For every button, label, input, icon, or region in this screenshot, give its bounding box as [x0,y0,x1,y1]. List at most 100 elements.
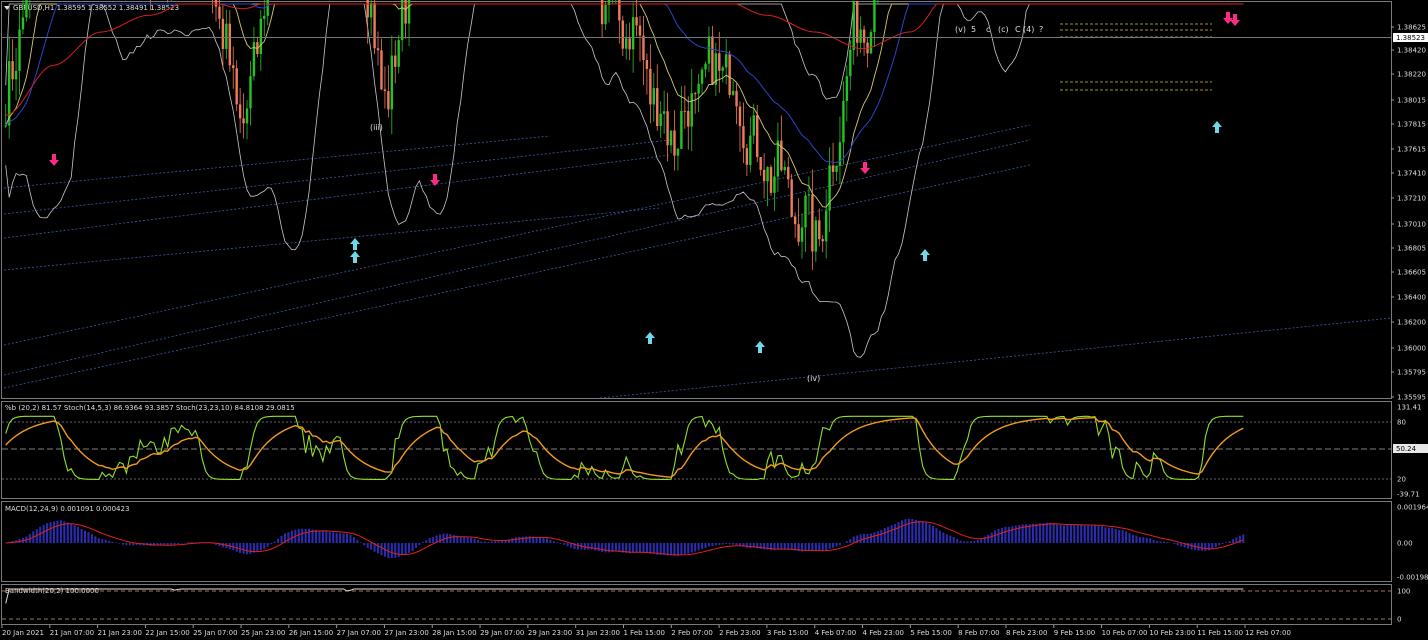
candle-body [676,148,680,156]
channel-line [3,124,1031,346]
channel-line [3,164,1031,389]
main-y-tick-label: 1.36000 [1397,345,1426,353]
candle-body [397,40,400,67]
macd-y-axis: 0.001964 0.00 -0.001986 [1397,504,1428,582]
candle-body [793,216,797,225]
main-y-tick-label: 1.38420 [1397,47,1426,55]
candle-body [687,110,690,127]
candle-body [707,36,711,64]
candle-body [631,17,635,50]
candle-body [218,6,221,19]
candle-body [756,115,759,158]
candle-body [25,0,28,18]
main-y-tick-label: 1.35595 [1397,394,1426,402]
channel-line [3,135,551,189]
x-tick-label: 20 Jan 2021 [2,629,44,637]
macd-histogram [5,518,1245,559]
candle-body [728,54,731,95]
candle-body [635,17,638,26]
candle-body [859,29,862,43]
stoch-y-tick-label: 80 [1397,419,1406,427]
x-tick-label: 4 Feb 23:00 [863,629,904,637]
x-tick-label: 4 Feb 07:00 [815,629,856,637]
candle-body [824,210,828,242]
x-tick-label: 3 Feb 15:00 [767,629,808,637]
x-tick-label: 29 Jan 07:00 [480,629,524,637]
macd-header: MACD(12,24,9) 0.001091 0.000423 [5,505,129,513]
macd-y-tick-label: -0.001986 [1397,574,1428,582]
candle-body [235,68,238,105]
candle-body [790,179,793,217]
candlesticks [4,0,879,270]
candle-body [673,130,676,156]
candle-body [807,194,811,196]
candle-body [366,0,369,18]
wave-label-c: c [986,25,990,34]
stoch-y-tick-label: 20 [1397,476,1406,484]
main-y-axis: 1.38625 1.38420 1.38220 1.38015 1.37815 1.376… [1391,24,1426,402]
candle-body [759,157,762,170]
bollinger-bands [5,3,1244,358]
candle-body [831,165,835,172]
stoch-panel-frame [1,401,1392,499]
arrow-up-icon [350,238,360,250]
main-y-tick-label: 1.35795 [1397,369,1426,377]
candle-body [780,140,783,171]
candle-body [842,100,845,143]
candle-body [745,148,749,165]
candle-body [693,93,697,95]
candle-body [628,38,631,50]
x-tick-label: 2 Feb 07:00 [671,629,712,637]
arrow-up-icon [645,332,655,344]
signal-arrows [49,12,1240,353]
channel-line [3,139,1031,376]
candle-body [400,0,404,41]
candle-body [783,166,787,171]
bandwidth-y-axis: 100 0 [2,588,1410,624]
candle-body [263,15,266,19]
wave-label-cc: (c) [998,25,1009,34]
x-tick-label: 5 Feb 15:00 [910,629,951,637]
candle-body [700,69,704,84]
candle-body [649,68,652,105]
bollinger-upper [5,3,1244,100]
bandwidth-y-tick-label: 0 [1397,616,1401,624]
stoch-y-tick-label: 131.41 [1397,404,1422,412]
arrow-up-icon [1212,121,1222,133]
main-y-tick-label: 1.36605 [1397,269,1426,277]
candle-body [232,65,235,69]
macd-panel-frame [1,501,1392,582]
candle-body [738,106,742,127]
arrow-down-icon [1230,14,1240,26]
channel-line [3,154,671,239]
candle-body [680,110,683,149]
x-tick-label: 29 Jan 23:00 [528,629,572,637]
x-tick-label: 9 Feb 15:00 [1054,629,1095,637]
bandwidth-panel-frame [1,584,1392,625]
wave-label-4: (4) [1023,25,1034,34]
candle-body [862,29,866,43]
arrow-up-icon [350,251,360,263]
bollinger-lower [5,3,1244,358]
candle-body [7,61,11,126]
wave-label-C: C [1015,25,1021,34]
candle-body [718,53,721,71]
x-axis: 20 Jan 2021 21 Jan 07:00 21 Jan 23:00 22 Ja… [1,625,1291,637]
candle-body [662,111,666,114]
x-tick-label: 27 Jan 07:00 [337,629,381,637]
wave-label-v: (v) [955,25,966,34]
candle-body [380,50,383,90]
arrow-down-icon [1223,12,1233,24]
macd-y-tick-label: 0.001964 [1397,504,1428,512]
candle-body [690,93,693,127]
x-tick-label: 25 Jan 23:00 [241,629,285,637]
x-tick-label: 28 Jan 15:00 [432,629,476,637]
candle-body [838,142,842,166]
candle-body [849,49,852,77]
candle-body [387,91,390,110]
candle-body [390,55,394,110]
main-y-tick-label: 1.38015 [1397,97,1426,105]
candle-body [214,0,218,7]
candle-body [811,194,814,252]
main-y-tick-label: 1.36200 [1397,319,1426,327]
